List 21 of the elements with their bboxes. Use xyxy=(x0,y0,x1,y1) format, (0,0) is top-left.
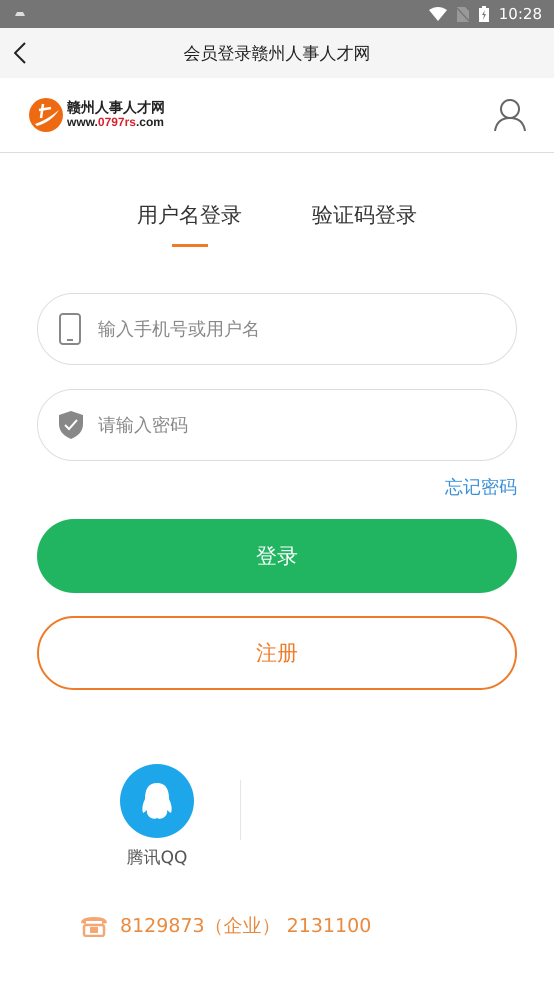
page-title: 会员登录赣州人事人才网 xyxy=(184,42,370,64)
shield-icon xyxy=(59,411,83,439)
battery-icon xyxy=(478,6,489,22)
input-field[interactable]: 输入手机号或用户名 xyxy=(37,293,517,365)
input-field[interactable]: 请输入密码 xyxy=(37,389,517,461)
user-icon[interactable] xyxy=(493,98,527,132)
no-sim-icon xyxy=(456,6,469,22)
back-button[interactable] xyxy=(14,42,26,64)
telephone-icon xyxy=(80,915,108,937)
site-logo: 赣州人事人才网 www.0797rs.com xyxy=(29,98,165,132)
login-tab[interactable]: 用户名登录 xyxy=(129,197,250,247)
notification-icon xyxy=(14,11,26,17)
contact-phone-numbers: 8129873（企业） 2131100 xyxy=(120,914,372,939)
register-button[interactable]: 注册 xyxy=(37,616,517,690)
status-time: 10:28 xyxy=(498,5,542,23)
login-button[interactable]: 登录 xyxy=(37,519,517,593)
login-option-label: 腾讯QQ xyxy=(126,847,188,869)
phone-icon xyxy=(59,313,81,345)
forgot-password-link[interactable]: 忘记密码 xyxy=(445,475,517,499)
wifi-icon xyxy=(428,7,447,21)
login-tab[interactable]: 验证码登录 xyxy=(304,197,425,247)
